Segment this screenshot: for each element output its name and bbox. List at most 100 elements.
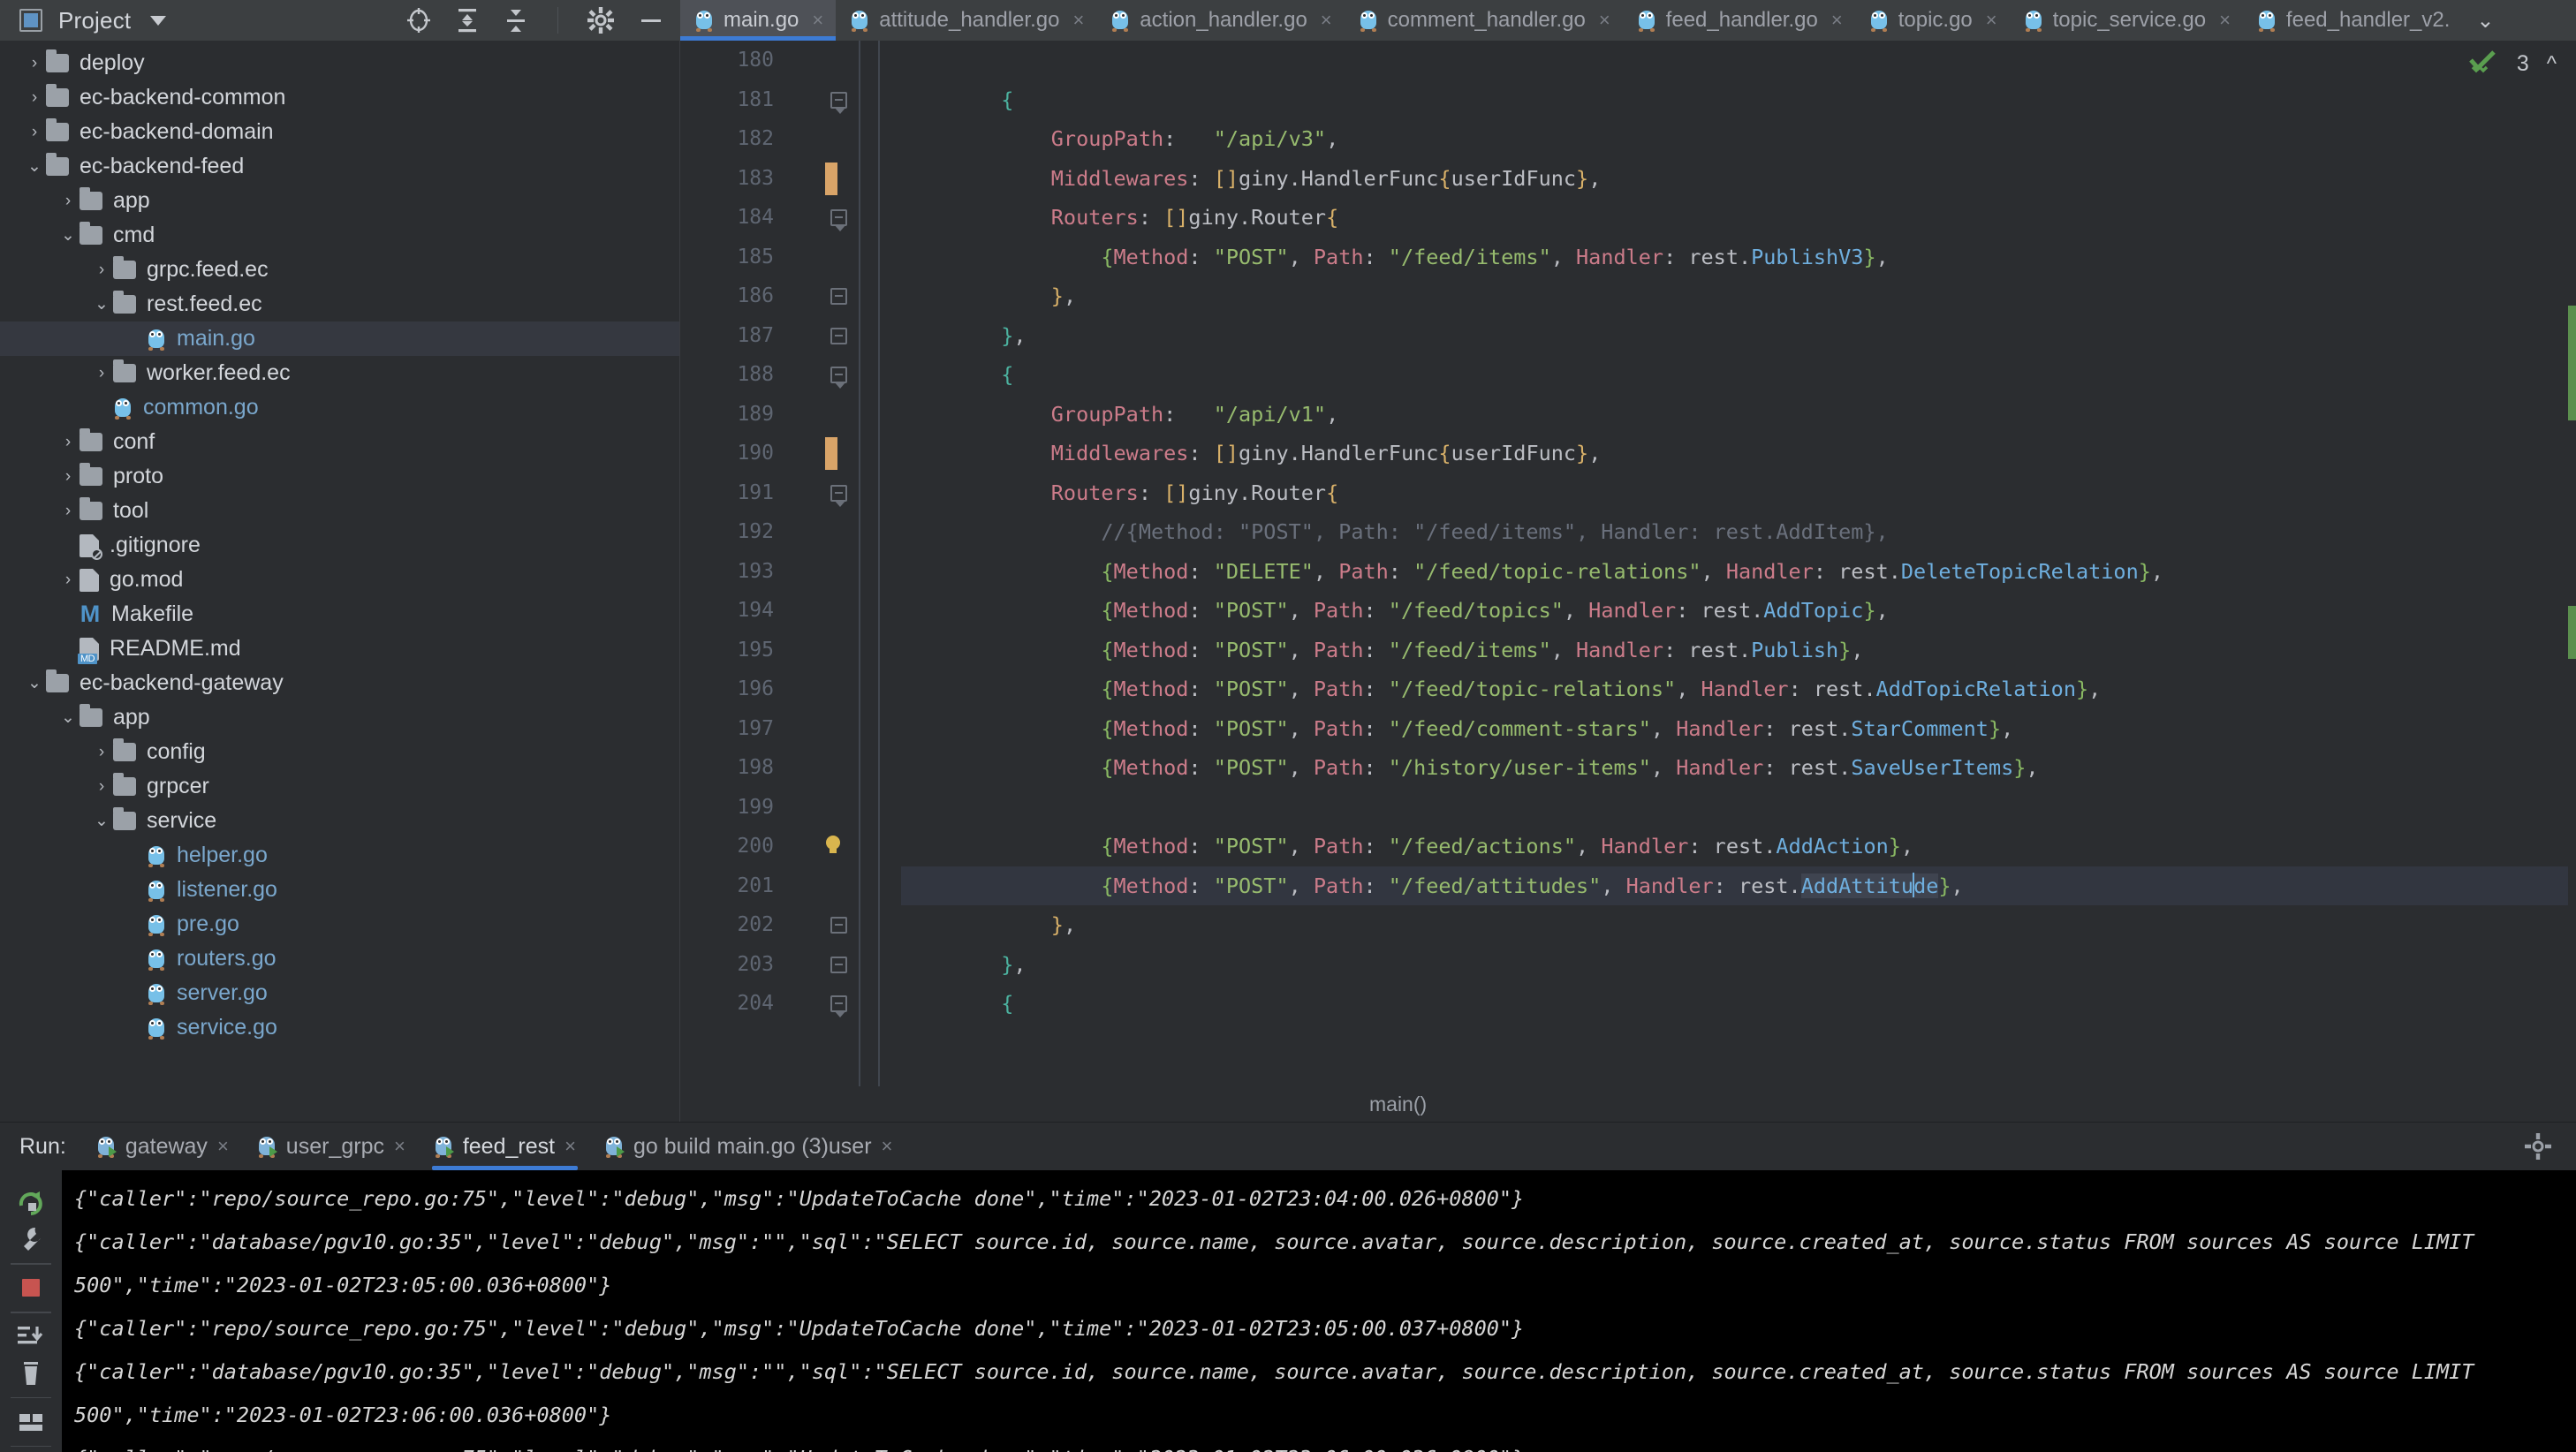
code-line[interactable]: { <box>901 355 2576 395</box>
chevron-right-icon[interactable]: › <box>90 777 113 797</box>
code-line[interactable]: }, <box>901 316 2576 356</box>
code-line[interactable]: Routers: []giny.Router{ <box>901 473 2576 513</box>
editor-tab-main-go[interactable]: main.go × <box>680 0 837 41</box>
chevron-right-icon[interactable]: › <box>90 261 113 280</box>
chevron-right-icon[interactable]: › <box>23 88 46 108</box>
code-line[interactable]: {Method: "POST", Path: "/feed/items", Ha… <box>901 238 2576 277</box>
code-fold-icon[interactable] <box>830 956 847 973</box>
tree-item--gitignore[interactable]: .gitignore <box>0 528 679 563</box>
code-line[interactable]: Routers: []giny.Router{ <box>901 198 2576 238</box>
chevron-right-icon[interactable]: › <box>23 123 46 142</box>
tree-item-ec-backend-common[interactable]: › ec-backend-common <box>0 80 679 115</box>
code-fold-icon[interactable] <box>830 367 847 389</box>
code-line[interactable]: Middlewares: []giny.HandlerFunc{userIdFu… <box>901 434 2576 473</box>
run-tab-go-build-main-go-3-user[interactable]: go build main.go (3)user × <box>590 1123 906 1170</box>
code-fold-icon[interactable] <box>830 288 847 305</box>
code-line[interactable] <box>901 788 2576 828</box>
editor-tab-comment-handler-go[interactable]: comment_handler.go × <box>1345 0 1623 41</box>
code-fold-icon[interactable] <box>830 327 847 344</box>
tree-item-deploy[interactable]: › deploy <box>0 46 679 80</box>
tree-item-go-mod[interactable]: › go.mod <box>0 563 679 597</box>
chevron-down-icon[interactable]: ⌄ <box>57 707 80 728</box>
editor-body[interactable]: 180 181 182 183 184 185 186 187 188 189 190 191 192 1… <box>680 41 2576 1086</box>
vcs-change-marker[interactable] <box>825 437 837 470</box>
code-line[interactable]: { <box>901 984 2576 1024</box>
collapse-all-icon[interactable] <box>504 7 528 34</box>
chevron-down-icon[interactable]: ⌄ <box>90 811 113 831</box>
chevron-down-icon[interactable]: ⌄ <box>23 156 46 177</box>
run-tab-feed-rest[interactable]: feed_rest × <box>420 1123 590 1170</box>
code-line[interactable]: {Method: "DELETE", Path: "/feed/topic-re… <box>901 552 2576 592</box>
editor-marker-gutter[interactable] <box>786 41 901 1086</box>
chevron-right-icon[interactable]: › <box>57 467 80 487</box>
code-line[interactable]: }, <box>901 905 2576 945</box>
tree-item-ec-backend-feed[interactable]: ⌄ ec-backend-feed <box>0 149 679 184</box>
chevron-right-icon[interactable]: › <box>90 743 113 762</box>
tree-item-tool[interactable]: › tool <box>0 494 679 528</box>
code-line[interactable]: //{Method: "POST", Path: "/feed/items", … <box>901 512 2576 552</box>
rerun-icon[interactable] <box>0 1184 62 1221</box>
tree-item-proto[interactable]: › proto <box>0 459 679 494</box>
wrench-icon[interactable] <box>0 1221 62 1259</box>
close-icon[interactable]: × <box>1072 9 1084 32</box>
run-console-output[interactable]: {"caller":"repo/source_repo.go:75","leve… <box>62 1170 2576 1452</box>
tree-item-helper-go[interactable]: helper.go <box>0 838 679 873</box>
close-icon[interactable]: × <box>564 1135 576 1158</box>
run-settings-button[interactable] <box>2525 1123 2576 1170</box>
tree-item-readme-md[interactable]: MD README.md <box>0 631 679 666</box>
editor-tab-topic-service-go[interactable]: topic_service.go × <box>2010 0 2243 41</box>
editor-tab-feed-handler-go[interactable]: feed_handler.go × <box>1623 0 1855 41</box>
code-line[interactable]: GroupPath: "/api/v3", <box>901 119 2576 159</box>
close-icon[interactable]: × <box>812 9 823 32</box>
breadcrumb[interactable]: main() <box>680 1086 2576 1122</box>
tree-item-service-go[interactable]: service.go <box>0 1010 679 1045</box>
chevron-right-icon[interactable]: › <box>90 364 113 383</box>
layout-icon[interactable] <box>0 1403 62 1441</box>
locate-icon[interactable] <box>406 7 431 34</box>
code-editor[interactable]: 3 ^ 180 181 182 183 184 185 186 187 188 189 190 191… <box>680 41 2576 1122</box>
chevron-right-icon[interactable]: › <box>57 433 80 452</box>
code-line[interactable] <box>901 41 2576 80</box>
tree-item-routers-go[interactable]: routers.go <box>0 942 679 976</box>
tree-item-service[interactable]: ⌄ service <box>0 804 679 838</box>
project-tree-panel[interactable]: › deploy › ec-backend-common › ec-backend-dom… <box>0 41 680 1122</box>
tree-item-conf[interactable]: › conf <box>0 425 679 459</box>
close-icon[interactable]: × <box>1986 9 1997 32</box>
code-line[interactable]: }, <box>901 945 2576 985</box>
chevron-right-icon[interactable]: › <box>57 192 80 211</box>
close-icon[interactable]: × <box>1599 9 1610 32</box>
editor-scrollbar[interactable] <box>2568 41 2576 1086</box>
close-icon[interactable]: × <box>1831 9 1843 32</box>
tree-item-config[interactable]: › config <box>0 735 679 769</box>
tree-item-main-go[interactable]: main.go <box>0 321 679 356</box>
tree-item-worker-feed-ec[interactable]: › worker.feed.ec <box>0 356 679 390</box>
editor-inspection-status[interactable]: 3 ^ <box>2468 49 2557 79</box>
code-line[interactable]: {Method: "POST", Path: "/feed/items", Ha… <box>901 631 2576 670</box>
code-line[interactable]: }, <box>901 276 2576 316</box>
editor-tab-topic-go[interactable]: topic.go × <box>1855 0 2010 41</box>
code-line[interactable]: { <box>901 80 2576 120</box>
close-icon[interactable]: × <box>217 1135 229 1158</box>
code-line[interactable]: {Method: "POST", Path: "/feed/comment-st… <box>901 709 2576 749</box>
chevron-down-icon[interactable]: ⌄ <box>23 673 46 693</box>
tree-item-ec-backend-domain[interactable]: › ec-backend-domain <box>0 115 679 149</box>
code-fold-icon[interactable] <box>830 209 847 231</box>
code-line[interactable]: {Method: "POST", Path: "/history/user-it… <box>901 748 2576 788</box>
intention-bulb-icon[interactable] <box>822 834 845 857</box>
editor-tab-action-handler-go[interactable]: action_handler.go × <box>1096 0 1344 41</box>
tree-item-pre-go[interactable]: pre.go <box>0 907 679 942</box>
tree-item-cmd[interactable]: ⌄ cmd <box>0 218 679 253</box>
close-icon[interactable]: × <box>882 1135 893 1158</box>
tree-item-ec-backend-gateway[interactable]: ⌄ ec-backend-gateway <box>0 666 679 700</box>
code-fold-icon[interactable] <box>830 917 847 934</box>
code-fold-icon[interactable] <box>830 995 847 1017</box>
editor-tab-attitude-handler-go[interactable]: attitude_handler.go × <box>836 0 1096 41</box>
code-line[interactable]: {Method: "POST", Path: "/feed/topic-rela… <box>901 669 2576 709</box>
minimize-icon[interactable] <box>638 7 664 34</box>
chevron-right-icon[interactable]: › <box>23 54 46 73</box>
chevron-right-icon[interactable]: › <box>57 502 80 521</box>
code-line[interactable]: Middlewares: []giny.HandlerFunc{userIdFu… <box>901 159 2576 199</box>
code-line[interactable]: GroupPath: "/api/v1", <box>901 395 2576 435</box>
chevron-down-icon[interactable] <box>150 15 167 26</box>
tree-item-grpc-feed-ec[interactable]: › grpc.feed.ec <box>0 253 679 287</box>
